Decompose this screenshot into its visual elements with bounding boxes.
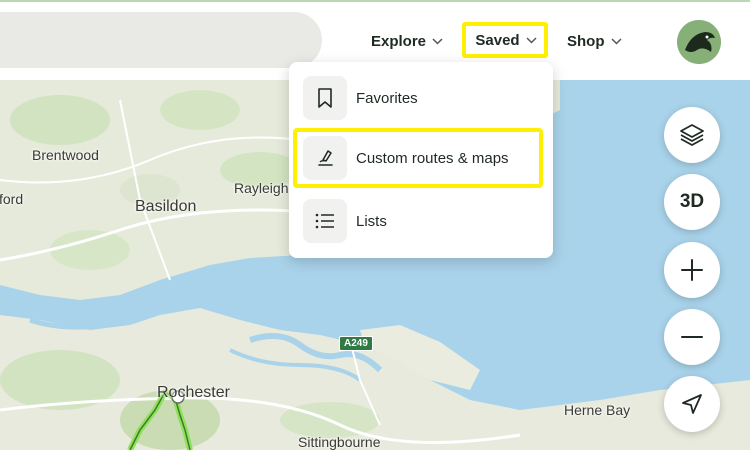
menu-item-lists[interactable]: Lists — [289, 193, 553, 249]
menu-item-favorites[interactable]: Favorites — [289, 70, 553, 126]
road-badge-a249: A249 — [339, 336, 373, 351]
locate-me-button[interactable] — [664, 376, 720, 432]
layers-icon — [680, 124, 704, 146]
eagle-avatar-icon — [677, 20, 721, 64]
map-label-basildon: Basildon — [135, 198, 197, 215]
chevron-down-icon — [432, 36, 443, 48]
nav-explore-label: Explore — [371, 32, 427, 50]
saved-dropdown-menu: Favorites Custom routes & maps Lists — [289, 62, 553, 258]
zoom-in-button[interactable] — [664, 242, 720, 298]
nav-explore[interactable]: Explore — [371, 24, 443, 58]
map-layers-button[interactable] — [664, 107, 720, 163]
minus-icon — [681, 336, 703, 338]
map-label-rayleigh: Rayleigh — [234, 180, 289, 196]
nav-saved[interactable]: Saved — [462, 22, 548, 58]
map-label-ford: ford — [0, 191, 24, 207]
plus-icon — [681, 259, 703, 281]
avatar[interactable] — [677, 20, 721, 64]
3d-label: 3D — [679, 191, 705, 212]
3d-toggle-button[interactable]: 3D — [664, 174, 720, 230]
search-bar[interactable] — [0, 12, 322, 68]
nav-shop[interactable]: Shop — [567, 24, 622, 58]
map-label-herne-bay: Herne Bay — [564, 402, 631, 418]
menu-item-custom-routes[interactable]: Custom routes & maps — [293, 128, 543, 188]
menu-item-lists-label: Lists — [356, 212, 387, 230]
menu-item-favorites-label: Favorites — [356, 89, 418, 107]
chevron-down-icon — [610, 36, 622, 48]
map-label-sittingbourne: Sittingbourne — [298, 434, 381, 450]
map-label-brentwood: Brentwood — [32, 147, 99, 163]
chevron-down-icon — [526, 35, 537, 47]
nav-saved-label: Saved — [475, 31, 520, 49]
map-label-rochester: Rochester — [157, 384, 230, 401]
menu-item-custom-routes-label: Custom routes & maps — [356, 149, 509, 167]
route-pen-icon — [303, 136, 347, 180]
zoom-out-button[interactable] — [664, 309, 720, 365]
navigation-arrow-icon — [682, 394, 702, 414]
nav-shop-label: Shop — [567, 32, 605, 50]
list-icon — [303, 199, 347, 243]
bookmark-icon — [303, 76, 347, 120]
